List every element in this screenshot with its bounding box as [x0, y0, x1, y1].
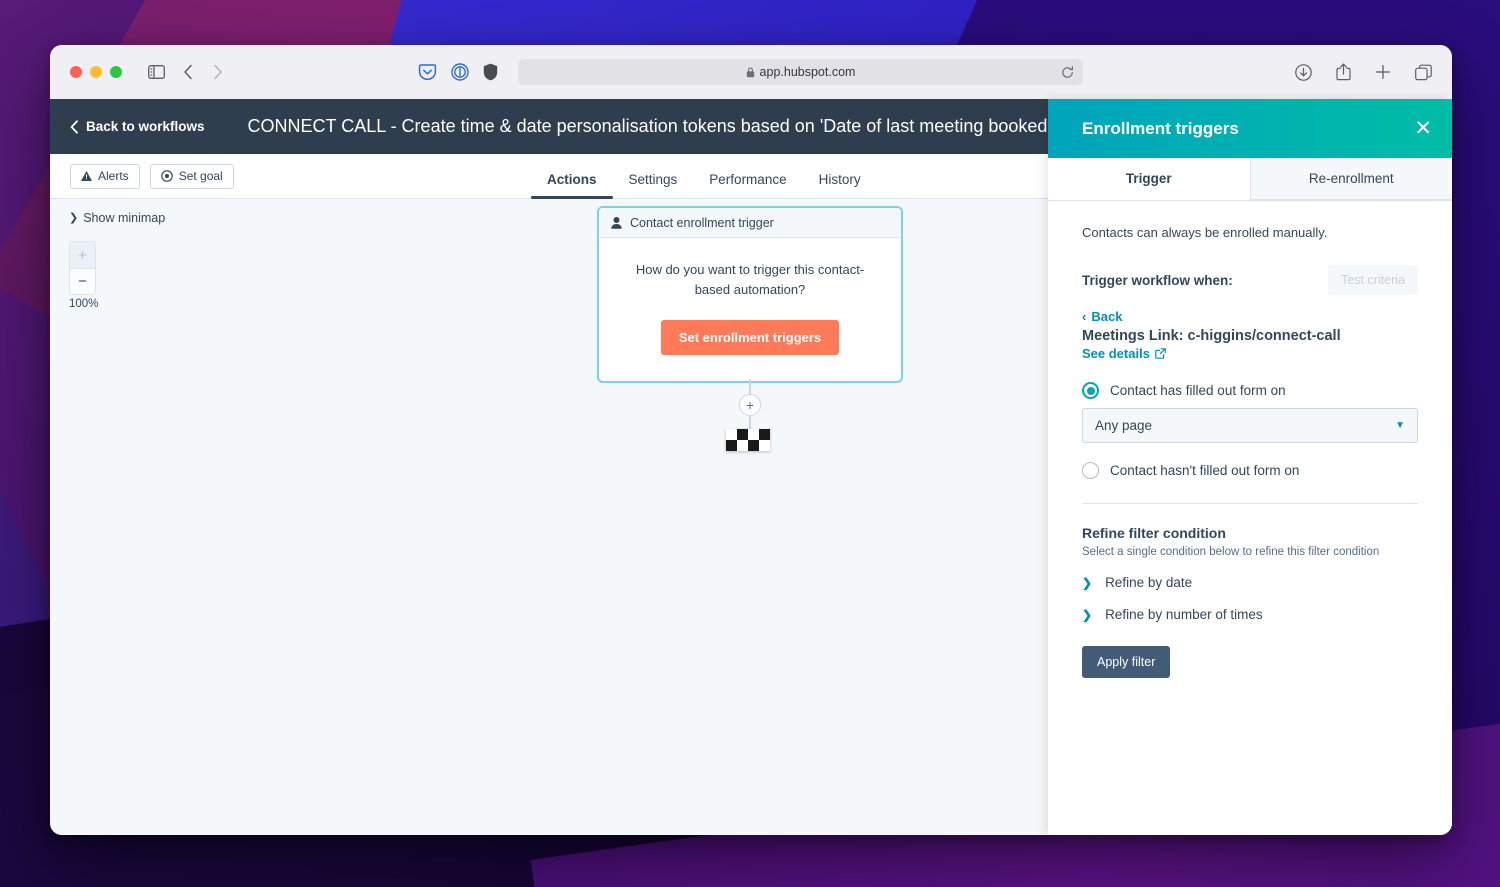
downloads-icon[interactable]: [1295, 63, 1312, 81]
reload-icon[interactable]: [1061, 65, 1074, 79]
test-criteria-button[interactable]: Test criteria: [1328, 265, 1418, 295]
trigger-card-body: How do you want to trigger this contact-…: [599, 238, 901, 381]
refine-by-date-item[interactable]: ❯ Refine by date: [1082, 575, 1418, 590]
tab-actions[interactable]: Actions: [531, 172, 613, 199]
zoom-in-button[interactable]: +: [70, 242, 95, 268]
radio-option-has-filled[interactable]: Contact has filled out form on: [1082, 382, 1418, 399]
set-goal-button[interactable]: Set goal: [149, 163, 234, 189]
set-goal-label: Set goal: [178, 169, 223, 183]
checkered-flag-icon: [726, 429, 770, 451]
page-select[interactable]: Any page ▼: [1082, 408, 1418, 443]
tab-performance[interactable]: Performance: [693, 172, 802, 198]
tab-overview-icon[interactable]: [1415, 64, 1432, 81]
minimize-window-button[interactable]: [90, 66, 102, 78]
back-arrow-icon[interactable]: [183, 64, 194, 80]
enrollment-trigger-card[interactable]: Contact enrollment trigger How do you wa…: [597, 206, 903, 384]
radio-hasnt-filled-label: Contact hasn't filled out form on: [1110, 463, 1300, 478]
zoom-out-button[interactable]: −: [70, 268, 95, 294]
new-tab-icon[interactable]: [1375, 64, 1391, 80]
address-bar-url: app.hubspot.com: [759, 65, 856, 79]
sidebar-toggle-icon[interactable]: [148, 65, 165, 79]
chevron-right-icon: ❯: [69, 211, 79, 224]
trigger-card-title: Contact enrollment trigger: [630, 215, 774, 230]
panel-tab-trigger[interactable]: Trigger: [1048, 158, 1250, 200]
zoom-controls[interactable]: + −: [69, 241, 96, 295]
trigger-card-header: Contact enrollment trigger: [599, 208, 901, 238]
add-workflow-step-button[interactable]: +: [739, 394, 761, 416]
panel-body: Contacts can always be enrolled manually…: [1048, 201, 1452, 835]
address-bar[interactable]: app.hubspot.com: [518, 59, 1083, 85]
privacy-shield-icon[interactable]: [483, 63, 498, 81]
forward-arrow-icon[interactable]: [212, 64, 223, 80]
1password-extension-icon[interactable]: [451, 63, 469, 81]
panel-divider: [1082, 503, 1418, 504]
radio-option-hasnt-filled[interactable]: Contact hasn't filled out form on: [1082, 462, 1418, 479]
panel-tabs: Trigger Re-enrollment: [1048, 158, 1452, 201]
chevron-down-icon: ▼: [1395, 420, 1405, 431]
radio-has-filled-label: Contact has filled out form on: [1110, 383, 1286, 398]
set-enrollment-triggers-button[interactable]: Set enrollment triggers: [660, 320, 840, 356]
see-details-label: See details: [1082, 346, 1150, 361]
workflow-tabs: Actions Settings Performance History: [531, 154, 877, 199]
panel-back-link[interactable]: ‹ Back: [1082, 309, 1418, 324]
trigger-when-label: Trigger workflow when:: [1082, 272, 1233, 288]
browser-window: app.hubspot.com Back to workflows CONNEC…: [50, 45, 1452, 835]
page-select-value: Any page: [1095, 418, 1153, 433]
panel-title: Enrollment triggers: [1082, 118, 1239, 138]
tab-settings[interactable]: Settings: [613, 172, 694, 198]
alerts-label: Alerts: [98, 169, 129, 183]
close-window-button[interactable]: [70, 66, 82, 78]
share-icon[interactable]: [1336, 63, 1351, 81]
tab-history[interactable]: History: [803, 172, 877, 198]
show-minimap-label: Show minimap: [83, 211, 166, 225]
radio-unselected-icon[interactable]: [1082, 462, 1099, 479]
panel-tab-re-enrollment[interactable]: Re-enrollment: [1249, 158, 1452, 200]
zoom-level-label: 100%: [69, 298, 99, 310]
chevron-right-icon: ❯: [1082, 607, 1093, 622]
chevron-right-icon: ❯: [1082, 575, 1093, 590]
refine-filter-title: Refine filter condition: [1082, 525, 1226, 541]
page-title: CONNECT CALL - Create time & date person…: [247, 116, 1066, 136]
trigger-card-prompt: How do you want to trigger this contact-…: [635, 262, 865, 298]
refine-filter-subtitle: Select a single condition below to refin…: [1082, 546, 1380, 558]
refine-by-date-label: Refine by date: [1105, 575, 1193, 590]
back-to-workflows-label: Back to workflows: [86, 119, 205, 134]
panel-back-label: Back: [1091, 309, 1123, 324]
meetings-link-title: Meetings Link: c-higgins/connect-call: [1082, 328, 1341, 344]
enrollment-triggers-panel: Enrollment triggers ✕ Trigger Re-enrollm…: [1048, 99, 1452, 835]
pocket-extension-icon[interactable]: [418, 63, 437, 81]
show-minimap-toggle[interactable]: ❯ Show minimap: [69, 211, 165, 225]
close-icon[interactable]: ✕: [1414, 118, 1432, 139]
apply-filter-button[interactable]: Apply filter: [1082, 646, 1171, 678]
maximize-window-button[interactable]: [110, 66, 122, 78]
refine-by-number-label: Refine by number of times: [1105, 607, 1263, 622]
trigger-when-row: Trigger workflow when: Test criteria: [1082, 265, 1418, 295]
browser-toolbar: app.hubspot.com: [50, 45, 1452, 99]
chevron-left-small-icon: ‹: [1082, 309, 1087, 324]
lock-icon: [746, 66, 755, 78]
alert-triangle-icon: [81, 171, 92, 181]
alerts-button[interactable]: Alerts: [70, 163, 140, 189]
external-link-icon: [1155, 348, 1166, 359]
target-icon: [160, 170, 173, 182]
refine-by-number-item[interactable]: ❯ Refine by number of times: [1082, 607, 1418, 622]
back-to-workflows-link[interactable]: Back to workflows: [70, 119, 205, 134]
manual-enrollment-note: Contacts can always be enrolled manually…: [1082, 225, 1328, 240]
see-details-link[interactable]: See details: [1082, 346, 1166, 361]
panel-header: Enrollment triggers ✕: [1048, 99, 1452, 158]
chevron-left-icon: [70, 119, 78, 134]
radio-selected-icon[interactable]: [1082, 382, 1099, 399]
contact-person-icon: [611, 216, 622, 229]
window-controls[interactable]: [70, 66, 122, 78]
